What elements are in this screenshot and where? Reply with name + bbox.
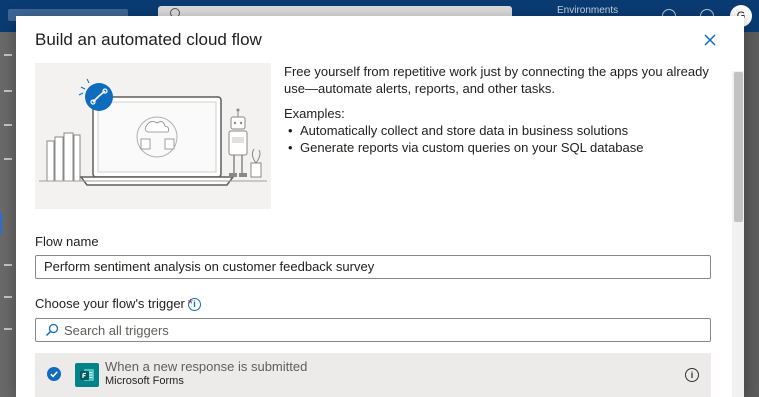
search-placeholder: Search all triggers — [64, 323, 169, 338]
example-item: Automatically collect and store data in … — [288, 122, 714, 139]
close-icon — [704, 34, 716, 46]
trigger-label-text: Choose your flow's trigger — [35, 296, 185, 311]
search-icon — [45, 323, 59, 337]
info-icon[interactable]: i — [188, 298, 201, 311]
laptop-illustration — [39, 78, 267, 186]
flow-illustration — [35, 63, 271, 209]
scrollbar-thumb[interactable] — [734, 72, 743, 222]
intro-paragraph: Free yourself from repetitive work just … — [284, 64, 709, 96]
dialog-title: Build an automated cloud flow — [35, 30, 262, 49]
trigger-list-item[interactable]: When a new response is submitted Microso… — [35, 353, 711, 397]
checkmark-icon — [47, 367, 61, 381]
flow-name-input[interactable]: Perform sentiment analysis on customer f… — [35, 255, 711, 279]
examples-list: Automatically collect and store data in … — [284, 122, 714, 156]
environment-label: Environments — [557, 5, 619, 16]
intro-description: Free yourself from repetitive work just … — [284, 63, 714, 156]
examples-label: Examples: — [284, 106, 345, 121]
trigger-info-icon[interactable]: i — [685, 368, 699, 382]
flow-name-label: Flow name — [35, 234, 99, 249]
trigger-search-input[interactable]: Search all triggers — [35, 318, 711, 342]
left-nav-rail — [0, 32, 16, 397]
build-flow-dialog: Build an automated cloud flow Free yours… — [16, 16, 744, 397]
example-item: Generate reports via custom queries on y… — [288, 139, 714, 156]
microsoft-forms-icon — [75, 363, 99, 387]
close-button[interactable] — [702, 32, 718, 48]
trigger-label: Choose your flow's trigger * — [35, 296, 193, 311]
trigger-title: When a new response is submitted — [105, 359, 308, 374]
trigger-connector: Microsoft Forms — [105, 375, 184, 387]
